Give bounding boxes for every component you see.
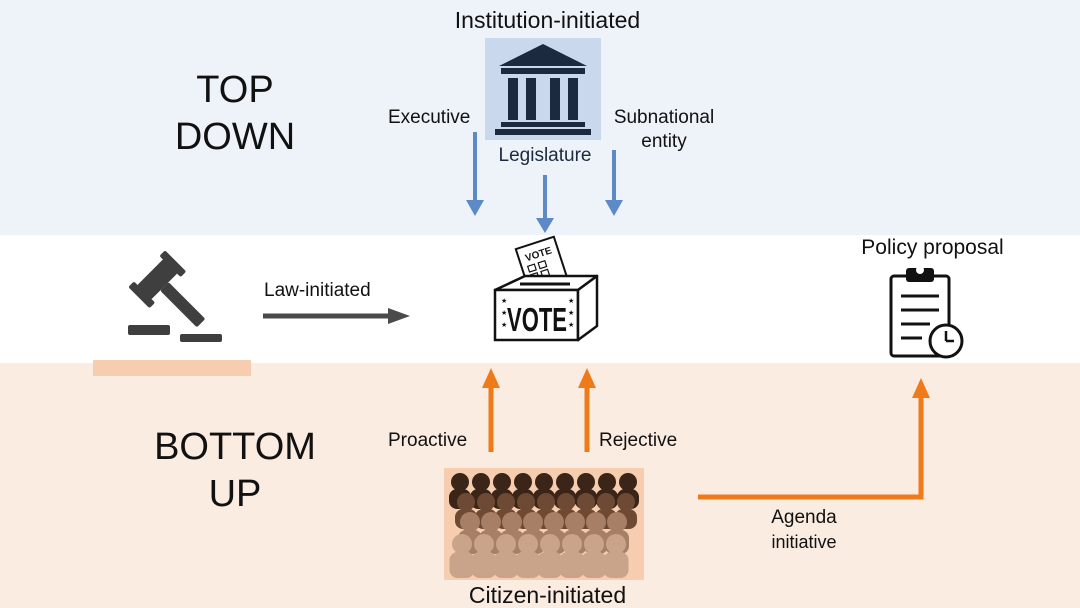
agenda-label-line1: Agenda: [771, 507, 837, 528]
agenda-label-line2: initiative: [771, 532, 837, 552]
clipboard-clock-icon: [889, 266, 964, 359]
svg-text:★: ★: [568, 297, 574, 305]
legislature-arrow: [536, 175, 554, 233]
crowd-icon: [444, 468, 644, 580]
ballot-box-icon: VOTE VOTE ★ ★ ★ ★ ★ ★: [493, 235, 599, 342]
policy-proposal-label: Policy proposal: [861, 236, 1004, 259]
gavel-background-strip: [93, 360, 251, 376]
rejective-label: Rejective: [599, 430, 678, 451]
bottom-up-label-line1: BOTTOM: [154, 426, 316, 468]
executive-arrow: [466, 132, 484, 216]
subnational-label-line1: Subnational: [613, 107, 715, 128]
subnational-arrow: [605, 150, 623, 216]
executive-label: Executive: [388, 107, 471, 128]
top-down-label-line2: DOWN: [174, 116, 296, 158]
subnational-label-line2: entity: [641, 131, 687, 152]
bottom-up-label-line2: UP: [208, 473, 262, 515]
rejective-arrow: [578, 368, 596, 452]
proactive-arrow: [482, 368, 500, 452]
legislature-label: Legislature: [498, 145, 592, 166]
law-initiated-label: Law-initiated: [264, 280, 371, 301]
ballot-box-label: VOTE: [507, 301, 567, 338]
top-down-label-line1: TOP: [196, 69, 274, 111]
proactive-label: Proactive: [388, 430, 468, 451]
svg-text:★: ★: [568, 321, 574, 329]
svg-text:★: ★: [501, 309, 507, 317]
svg-text:★: ★: [501, 321, 507, 329]
law-arrow: [263, 308, 410, 324]
svg-text:★: ★: [568, 309, 574, 317]
svg-text:★: ★: [501, 297, 507, 305]
institution-initiated-label: Institution-initiated: [454, 7, 641, 33]
agenda-initiative-arrow: [698, 378, 930, 500]
gavel-icon: [128, 251, 222, 342]
citizen-initiated-label: Citizen-initiated: [468, 582, 627, 608]
institution-building-icon: [485, 38, 601, 140]
